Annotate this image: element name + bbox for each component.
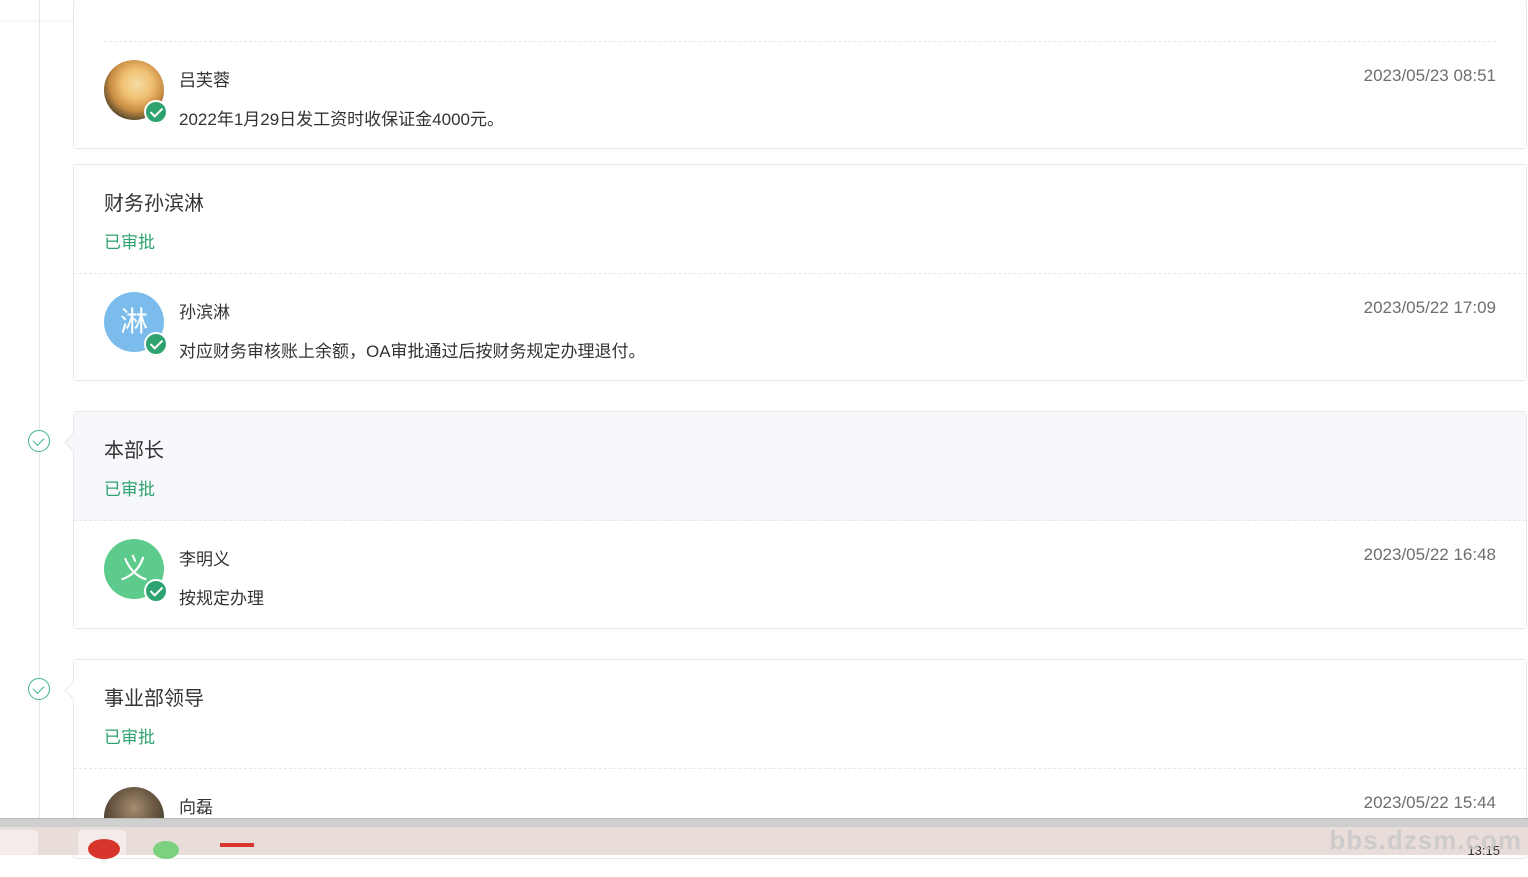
step-title: 事业部领导 (104, 688, 204, 710)
step-title: 本部长 (104, 440, 164, 462)
approval-time: 2023/05/23 08:51 (1363, 66, 1496, 85)
approval-time: 2023/05/22 16:48 (1363, 545, 1496, 564)
approved-check-icon (144, 100, 168, 124)
step-title: 财务孙滨淋 (104, 193, 204, 215)
os-taskbar: 13:15 bbs.dzsm.com (0, 818, 1528, 859)
approval-card-2: 财务孙滨淋 已审批 淋 孙滨淋 2023/05/22 17:09 对应财务审核账… (73, 164, 1527, 381)
approval-entry: 义 李明义 2023/05/22 16:48 按规定办理 (74, 521, 1526, 629)
avatar-letter: 义 (119, 553, 148, 584)
chat-app-icon[interactable] (153, 841, 179, 859)
avatar: 淋 (104, 292, 168, 356)
step-complete-icon (28, 678, 50, 700)
approval-card-1: 吕芙蓉 2023/05/23 08:51 2022年1月29日发工资时收保证金4… (73, 0, 1527, 149)
card-header: 本部长 已审批 (74, 412, 1526, 521)
approved-check-icon (144, 579, 168, 603)
app-indicator-icon (220, 843, 254, 847)
step-status: 已审批 (104, 480, 155, 499)
approval-time: 2023/05/22 15:44 (1363, 793, 1496, 812)
step-status: 已审批 (104, 728, 155, 747)
avatar: 义 (104, 539, 168, 603)
step-complete-icon (28, 430, 50, 452)
card-header: 财务孙滨淋 已审批 (74, 165, 1526, 274)
watermark: bbs.dzsm.com (1329, 825, 1522, 855)
card-header: 事业部领导 已审批 (74, 660, 1526, 769)
approver-name: 向磊 (179, 798, 213, 817)
step-status: 已审批 (104, 233, 155, 252)
avatar (104, 60, 168, 124)
approval-comment: 按规定办理 (179, 589, 264, 608)
taskbar-button[interactable] (0, 830, 38, 855)
taskbar-strip (0, 827, 1528, 855)
approved-check-icon (144, 332, 168, 356)
approval-time: 2023/05/22 17:09 (1363, 298, 1496, 317)
approval-entry: 淋 孙滨淋 2023/05/22 17:09 对应财务审核账上余额，OA审批通过… (74, 274, 1526, 382)
browser-app-icon[interactable] (88, 839, 120, 859)
avatar-letter: 淋 (119, 306, 148, 337)
approver-name: 吕芙蓉 (179, 71, 230, 90)
approval-card-3: 本部长 已审批 义 李明义 2023/05/22 16:48 按规定办理 (64, 411, 1527, 629)
approver-name: 李明义 (179, 550, 230, 569)
approval-comment: 对应财务审核账上余额，OA审批通过后按财务规定办理退付。 (179, 342, 646, 361)
approval-comment: 2022年1月29日发工资时收保证金4000元。 (179, 110, 504, 129)
approval-entry: 吕芙蓉 2023/05/23 08:51 2022年1月29日发工资时收保证金4… (74, 42, 1526, 150)
approver-name: 孙滨淋 (179, 303, 230, 322)
